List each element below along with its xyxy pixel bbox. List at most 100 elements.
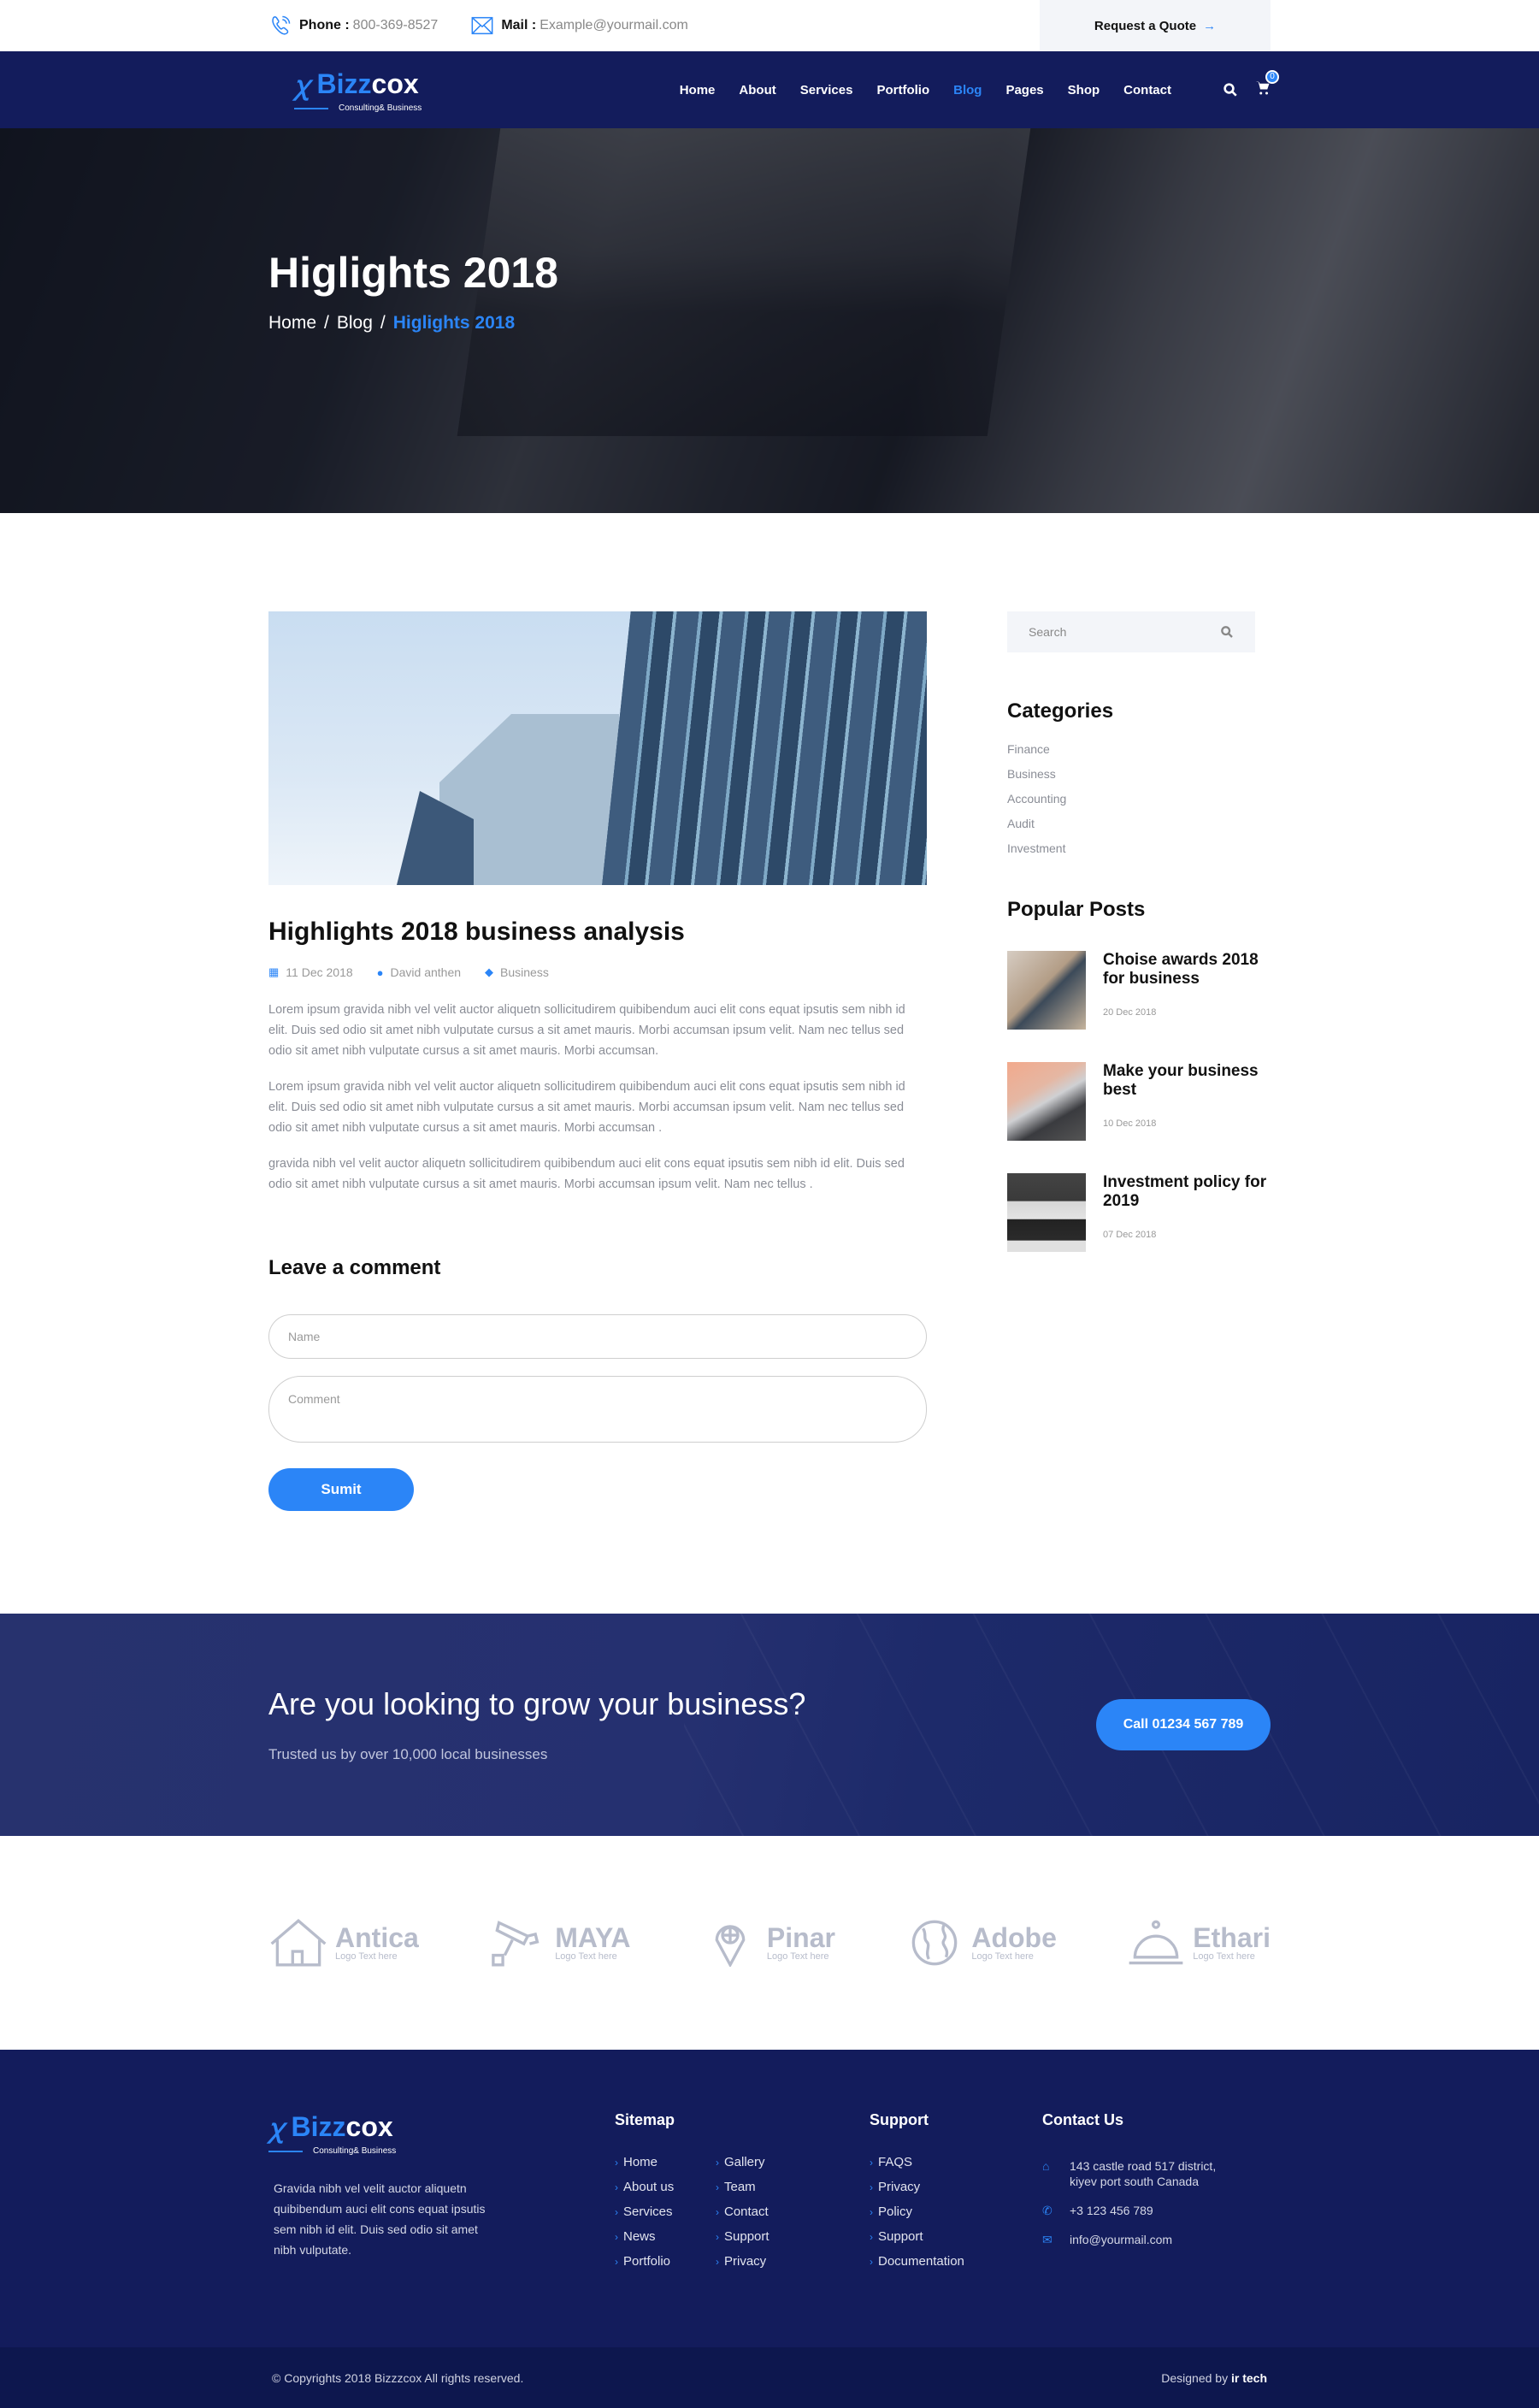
category-link[interactable]: Accounting: [1007, 792, 1271, 806]
breadcrumb-separator: /: [324, 313, 329, 333]
post-author[interactable]: ● David anthen: [377, 965, 461, 979]
footer-link-label: Support: [878, 2229, 923, 2244]
brand-logos: Antica Logo Text here MAYA Logo Text here …: [0, 1836, 1539, 2050]
popular-post[interactable]: Choise awards 2018 for business 20 Dec 20…: [1007, 951, 1271, 1030]
footer-link[interactable]: › Policy: [870, 2204, 1041, 2219]
popular-post[interactable]: Make your business best 10 Dec 2018: [1007, 1062, 1271, 1141]
footer-link-label: Gallery: [724, 2155, 765, 2169]
chevron-right-icon: ›: [615, 2206, 618, 2218]
designed-by-label: Designed by: [1161, 2370, 1229, 2385]
nav-item-about[interactable]: About: [739, 83, 775, 97]
footer-link[interactable]: › Privacy: [870, 2180, 1041, 2194]
logo-tagline: Consulting& Business: [313, 2146, 397, 2156]
contact-phone-text: +3 123 456 789: [1070, 2204, 1153, 2217]
footer-logo[interactable]: ꭓ Bizz cox Consulting& Business: [268, 2110, 615, 2156]
contact-email-text: info@yourmail.com: [1070, 2233, 1173, 2246]
popular-post-date: 20 Dec 2018: [1103, 1007, 1157, 1018]
cart-button[interactable]: 0: [1255, 69, 1279, 100]
nav-item-services[interactable]: Services: [800, 83, 853, 97]
logo-mark-icon: ꭓ: [294, 72, 309, 100]
footer-link[interactable]: › Team: [716, 2180, 817, 2194]
footer-link[interactable]: › Support: [716, 2229, 817, 2244]
footer-link[interactable]: › Contact: [716, 2204, 817, 2219]
submit-button[interactable]: Sumit: [268, 1468, 414, 1511]
main-content: Highlights 2018 business analysis ▦ 11 De…: [0, 513, 1539, 1614]
category-link[interactable]: Audit: [1007, 817, 1271, 830]
chevron-right-icon: ›: [615, 2231, 618, 2243]
popular-post-thumbnail[interactable]: [1007, 1062, 1086, 1141]
footer-link[interactable]: › FAQS: [870, 2155, 1041, 2169]
chevron-right-icon: ›: [870, 2157, 873, 2169]
footer-support: Support › FAQS › Privacy › Policy › Support …: [870, 2110, 1042, 2279]
contact-phone[interactable]: ✆ +3 123 456 789: [1042, 2203, 1232, 2218]
footer-link-label: FAQS: [878, 2155, 913, 2169]
call-button[interactable]: Call 01234 567 789: [1096, 1699, 1271, 1750]
request-quote-button[interactable]: Request a Quote →: [1040, 0, 1271, 51]
nav-item-portfolio[interactable]: Portfolio: [876, 83, 929, 97]
phone-info: Phone : 800-369-8527: [268, 14, 438, 38]
globe-pin-icon: [715, 1925, 746, 1967]
footer-link[interactable]: › Gallery: [716, 2155, 817, 2169]
post-author-text: David anthen: [390, 965, 462, 979]
footer-link[interactable]: › Portfolio: [615, 2254, 716, 2269]
footer-link[interactable]: › Documentation: [870, 2254, 1041, 2269]
post-category[interactable]: ◆ Business: [485, 965, 549, 979]
copyright-bar: © Copyrights 2018 Bizzzcox All rights re…: [0, 2347, 1539, 2408]
search-icon[interactable]: [1220, 625, 1234, 639]
nav-item-home[interactable]: Home: [680, 83, 716, 97]
nav-item-contact[interactable]: Contact: [1123, 83, 1171, 97]
contact-heading: Contact Us: [1042, 2111, 1124, 2128]
brand-name: MAYA: [555, 1921, 631, 1953]
mail-label: Mail :: [501, 18, 537, 32]
popular-post-thumbnail[interactable]: [1007, 951, 1086, 1030]
footer-link-label: Policy: [878, 2204, 913, 2219]
popular-post-thumbnail[interactable]: [1007, 1173, 1086, 1252]
category-link[interactable]: Investment: [1007, 841, 1271, 855]
footer-link[interactable]: › Home: [615, 2155, 716, 2169]
search-icon[interactable]: [1223, 82, 1238, 97]
footer-link[interactable]: › Support: [870, 2229, 1041, 2244]
breadcrumb-home[interactable]: Home: [268, 313, 316, 333]
footer-link[interactable]: › Services: [615, 2204, 716, 2219]
designer-link[interactable]: ir tech: [1231, 2371, 1267, 2385]
contact-email[interactable]: ✉ info@yourmail.com: [1042, 2232, 1232, 2247]
brand-logo: MAYA Logo Text here: [488, 1919, 631, 1967]
chevron-right-icon: ›: [716, 2231, 719, 2243]
footer-link[interactable]: › News: [615, 2229, 716, 2244]
brand-name: Antica: [335, 1921, 419, 1953]
footer-link-label: Support: [724, 2229, 770, 2244]
page-hero: Higlights 2018 Home / Blog / Higlights 2018: [0, 128, 1539, 513]
chevron-right-icon: ›: [615, 2256, 618, 2268]
nav-item-shop[interactable]: Shop: [1068, 83, 1100, 97]
house-icon: [270, 1919, 327, 1967]
main-navbar: ꭓ Bizz cox Consulting& Business Home Abou…: [0, 51, 1539, 128]
search-input[interactable]: [1029, 625, 1200, 639]
breadcrumb-separator: /: [380, 313, 386, 333]
contact-address-text: 143 castle road 517 district, kiyev port…: [1070, 2159, 1217, 2188]
popular-post-title[interactable]: Make your business best: [1103, 1062, 1271, 1100]
category-link[interactable]: Business: [1007, 767, 1271, 781]
popular-post-title[interactable]: Investment policy for 2019: [1103, 1173, 1271, 1211]
name-input[interactable]: [268, 1314, 927, 1359]
logo[interactable]: ꭓ Bizz cox Consulting& Business: [294, 67, 422, 113]
comment-textarea[interactable]: [268, 1376, 927, 1443]
footer-about-text: Gravida nibh vel velit auctor aliquetn q…: [274, 2181, 486, 2257]
comment-heading: Leave a comment: [268, 1256, 441, 1279]
breadcrumb-blog[interactable]: Blog: [337, 313, 373, 333]
footer-link[interactable]: › Privacy: [716, 2254, 817, 2269]
category-link[interactable]: Finance: [1007, 742, 1271, 756]
phone-value[interactable]: 800-369-8527: [353, 18, 439, 33]
camera-icon: [492, 1921, 540, 1967]
chevron-right-icon: ›: [870, 2256, 873, 2268]
popular-post-title[interactable]: Choise awards 2018 for business: [1103, 951, 1271, 989]
nav-item-pages[interactable]: Pages: [1005, 83, 1043, 97]
logo-name-part1: Bizz: [291, 2111, 346, 2142]
breadcrumb: Home / Blog / Higlights 2018: [268, 313, 1271, 333]
nav-item-blog[interactable]: Blog: [953, 83, 982, 97]
popular-posts-list: Choise awards 2018 for business 20 Dec 20…: [1007, 951, 1271, 1252]
footer-link[interactable]: › About us: [615, 2180, 716, 2194]
post-paragraph: Lorem ipsum gravida nibh vel velit aucto…: [268, 1080, 905, 1135]
chevron-right-icon: ›: [716, 2157, 719, 2169]
mail-value[interactable]: Example@yourmail.com: [540, 18, 688, 33]
popular-post[interactable]: Investment policy for 2019 07 Dec 2018: [1007, 1173, 1271, 1252]
